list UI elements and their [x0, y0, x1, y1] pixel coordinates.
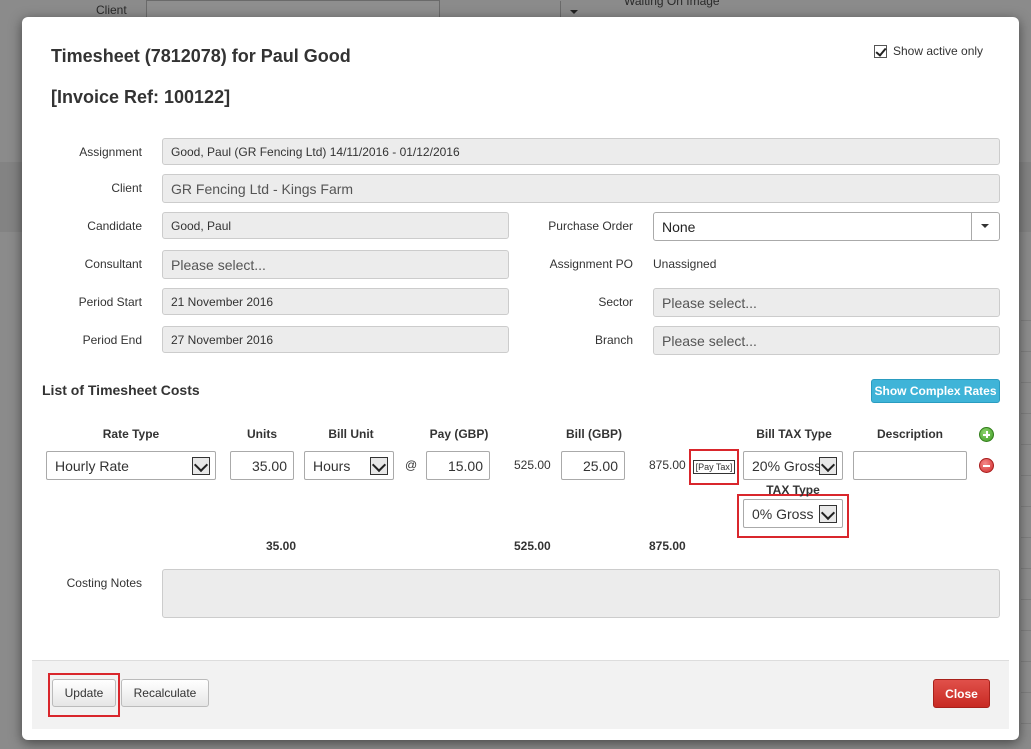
candidate-field: Good, Paul	[162, 212, 509, 239]
bill-grand-total: 875.00	[649, 539, 686, 553]
chevron-down-icon[interactable]	[819, 457, 837, 475]
update-highlight	[48, 673, 120, 717]
header-description: Description	[876, 427, 943, 441]
sector-select[interactable]: Please select...	[653, 288, 1000, 317]
chevron-down-icon[interactable]	[192, 457, 210, 475]
bill-unit-select[interactable]: Hours	[304, 451, 394, 480]
sector-label: Sector	[598, 295, 633, 309]
recalculate-button[interactable]: Recalculate	[121, 679, 209, 707]
tax-type-value: 0% Gross	[752, 505, 814, 522]
assignment-po-value: Unassigned	[653, 257, 717, 271]
header-pay: Pay (GBP)	[429, 427, 489, 441]
bill-unit-value: Hours	[313, 457, 351, 474]
client-label: Client	[111, 181, 142, 195]
tax-type-select[interactable]: 0% Gross	[743, 499, 843, 528]
modal-title: Timesheet (7812078) for Paul Good	[51, 46, 351, 66]
client-field: GR Fencing Ltd - Kings Farm	[162, 174, 1000, 203]
rate-type-select[interactable]: Hourly Rate	[46, 451, 216, 480]
assignment-field: Good, Paul (GR Fencing Ltd) 14/11/2016 -…	[162, 138, 1000, 165]
bg-waiting-label: Waiting On Image	[624, 0, 720, 8]
timesheet-modal: Timesheet (7812078) for Paul Good [Invoi…	[22, 17, 1019, 740]
assignment-po-label: Assignment PO	[549, 257, 633, 271]
purchase-order-label: Purchase Order	[548, 219, 633, 233]
period-start-label: Period Start	[78, 295, 142, 309]
add-row-icon[interactable]	[979, 427, 994, 442]
purchase-order-select[interactable]: None	[653, 212, 1000, 241]
pay-tax-label: [Pay Tax]	[692, 460, 736, 474]
units-input[interactable]: 35.00	[230, 451, 294, 480]
purchase-order-value: None	[662, 218, 696, 235]
header-bill-unit: Bill Unit	[328, 427, 374, 441]
period-end-field: 27 November 2016	[162, 326, 509, 353]
pay-grand-total: 525.00	[514, 539, 551, 553]
assignment-label: Assignment	[79, 145, 142, 159]
pay-tax-tag: [Pay Tax]	[689, 449, 739, 485]
bill-input[interactable]: 25.00	[561, 451, 625, 480]
costing-notes-label: Costing Notes	[66, 576, 142, 590]
bg-client-label: Client	[96, 3, 127, 17]
chevron-down-icon[interactable]	[971, 213, 999, 240]
show-active-label: Show active only	[893, 44, 984, 58]
period-start-field: 21 November 2016	[162, 288, 509, 315]
pay-total: 525.00	[514, 458, 551, 472]
invoice-ref: [Invoice Ref: 100122]	[51, 87, 231, 107]
at-symbol: @	[405, 458, 418, 472]
units-total: 35.00	[266, 539, 297, 553]
candidate-label: Candidate	[87, 219, 142, 233]
show-active-toggle[interactable]: Show active only	[874, 44, 983, 58]
branch-select[interactable]: Please select...	[653, 326, 1000, 355]
show-active-checkbox[interactable]	[874, 44, 887, 58]
header-rate-type: Rate Type	[102, 427, 160, 441]
consultant-select[interactable]: Please select...	[162, 250, 509, 279]
consultant-label: Consultant	[84, 257, 142, 271]
header-units: Units	[247, 427, 277, 441]
bill-tax-type-select[interactable]: 20% Gross	[743, 451, 843, 480]
rate-type-value: Hourly Rate	[55, 457, 129, 474]
chevron-down-icon[interactable]	[819, 505, 837, 523]
period-end-label: Period End	[82, 333, 142, 347]
costing-notes-textarea[interactable]	[162, 569, 1000, 618]
branch-label: Branch	[594, 333, 633, 347]
bill-tax-type-value: 20% Gross	[752, 457, 822, 474]
pay-input[interactable]: 15.00	[426, 451, 490, 480]
costs-section-title: List of Timesheet Costs	[42, 382, 200, 398]
header-bill: Bill (GBP)	[566, 427, 622, 441]
chevron-down-icon[interactable]	[370, 457, 388, 475]
description-input[interactable]	[853, 451, 967, 480]
header-tax-type: TAX Type	[766, 483, 820, 497]
remove-row-icon[interactable]	[979, 458, 994, 473]
bg-table-rows	[1021, 290, 1031, 730]
bill-total: 875.00	[649, 458, 686, 472]
show-complex-rates-button[interactable]: Show Complex Rates	[871, 379, 1000, 403]
close-button[interactable]: Close	[933, 679, 990, 708]
header-bill-tax-type: Bill TAX Type	[756, 427, 832, 441]
